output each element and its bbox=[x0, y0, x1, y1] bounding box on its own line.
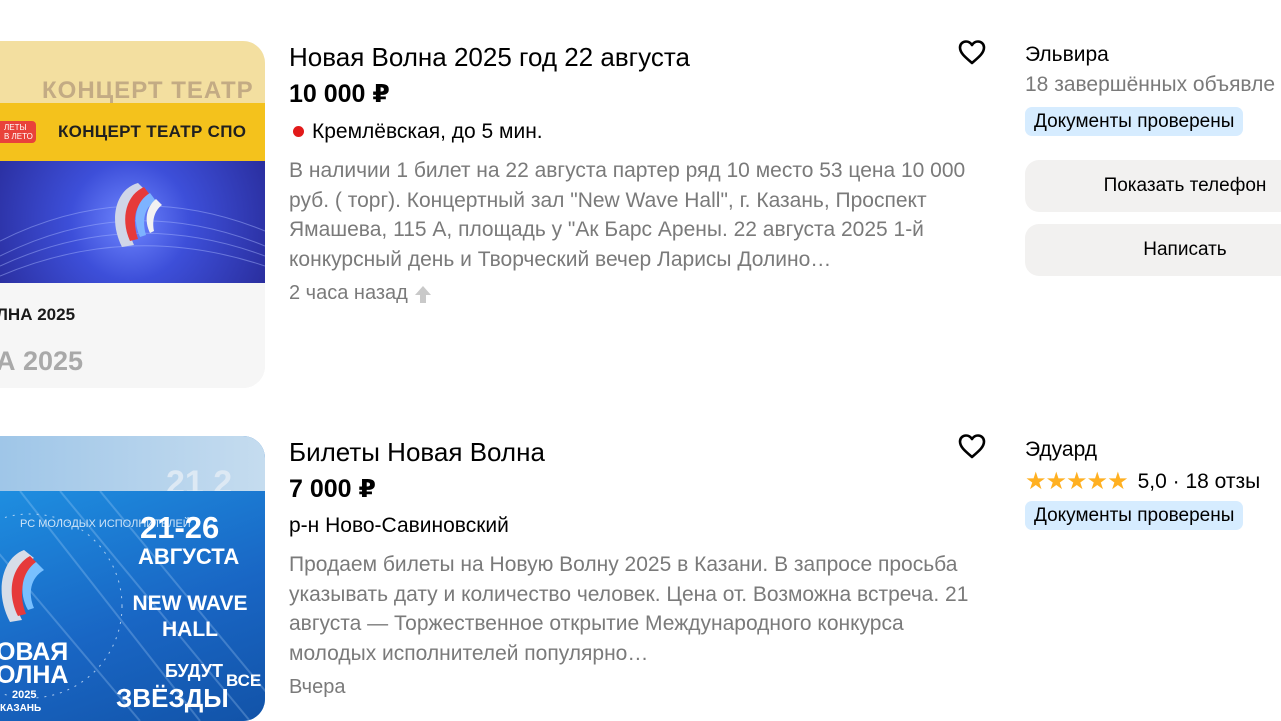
image-menu-bar: ЛЕТЫ В ЛЕТО КОНЦЕРТ ТЕАТР СПО bbox=[0, 103, 265, 161]
favorite-heart-icon[interactable] bbox=[957, 432, 987, 460]
show-phone-label: Показать телефон bbox=[1103, 175, 1267, 196]
image-title-line-2: ОЛНА bbox=[0, 661, 69, 689]
image-wave-logo-art bbox=[0, 161, 265, 283]
documents-verified-badge: Документы проверены bbox=[1025, 501, 1244, 530]
listing-description: В наличии 1 билет на 22 августа партер р… bbox=[289, 159, 966, 271]
time-text: 2 часа назад bbox=[289, 282, 408, 304]
listing-price: 7 000 ₽ bbox=[289, 475, 376, 503]
image-banner-top: КОНЦЕРТ ТЕАТР bbox=[0, 41, 265, 104]
seller-rating: ★★★★★ 5,0 · 18 отзы bbox=[1025, 467, 1260, 496]
image-budut: БУДУТ bbox=[165, 661, 224, 681]
write-message-label: Написать bbox=[1143, 239, 1227, 260]
listing-price: 10 000 ₽ bbox=[289, 80, 390, 108]
listing-time: Вчера bbox=[289, 676, 346, 698]
listing-location: р-н Ново-Савиновский bbox=[289, 514, 509, 537]
listing-description: Продаем билеты на Новую Волну 2025 в Каз… bbox=[289, 553, 969, 665]
listing-card[interactable]: КОНЦЕРТ ТЕАТР ЛЕТЫ В ЛЕТО КОНЦЕРТ ТЕАТР … bbox=[0, 0, 1281, 400]
listing-image[interactable]: 21 2 РС МОЛОДЫХ ИСПОЛНИТЕЛЕЙ 21-26 АВГУС… bbox=[0, 436, 265, 721]
image-city: КАЗАНЬ bbox=[0, 703, 42, 714]
metro-line-icon bbox=[293, 125, 304, 137]
favorite-heart-icon[interactable] bbox=[957, 38, 987, 66]
listing-time: 2 часа назад bbox=[289, 282, 434, 305]
image-dates: 21-26 bbox=[140, 510, 220, 545]
location-text: Кремлёвская, до 5 мин. bbox=[312, 120, 543, 143]
image-caption-2: А 2025 bbox=[0, 346, 84, 376]
image-badge: ЛЕТЫ В ЛЕТО bbox=[0, 121, 36, 143]
write-message-button[interactable]: Написать bbox=[1025, 224, 1281, 276]
documents-verified-badge: Документы проверены bbox=[1025, 107, 1244, 136]
star-rating-icon: ★★★★★ bbox=[1025, 468, 1129, 495]
image-banner-top: 21 2 bbox=[0, 436, 265, 502]
seller-name[interactable]: Эльвира bbox=[1025, 43, 1109, 67]
listing-card[interactable]: 21 2 РС МОЛОДЫХ ИСПОЛНИТЕЛЕЙ 21-26 АВГУС… bbox=[0, 400, 1281, 721]
rating-value: 5,0 bbox=[1137, 469, 1167, 493]
image-ghost-menu: КОНЦЕРТ ТЕАТР bbox=[42, 77, 254, 104]
image-year: 2025 bbox=[12, 689, 37, 701]
image-caption-1: ЛНА 2025 bbox=[0, 305, 76, 324]
image-vse: ВСЕ bbox=[226, 671, 262, 690]
reviews-count[interactable]: · 18 отзы bbox=[1173, 470, 1261, 494]
listing-location: Кремлёвская, до 5 мин. bbox=[289, 120, 543, 144]
image-hall: NEW WAVE HALL bbox=[132, 592, 248, 641]
listing-title[interactable]: Новая Волна 2025 год 22 августа bbox=[289, 42, 690, 73]
image-month: АВГУСТА bbox=[138, 544, 240, 569]
seller-stats: 18 завершённых объявле bbox=[1025, 73, 1276, 96]
image-menu-text: КОНЦЕРТ ТЕАТР СПО bbox=[58, 122, 247, 141]
listing-image[interactable]: КОНЦЕРТ ТЕАТР ЛЕТЫ В ЛЕТО КОНЦЕРТ ТЕАТР … bbox=[0, 41, 265, 388]
image-zvezdy: ЗВЁЗДЫ bbox=[116, 683, 229, 713]
promotion-arrow-icon bbox=[414, 285, 431, 303]
listing-title[interactable]: Билеты Новая Волна bbox=[289, 437, 545, 468]
show-phone-button[interactable]: Показать телефон bbox=[1025, 160, 1281, 212]
seller-name[interactable]: Эдуард bbox=[1025, 438, 1097, 462]
